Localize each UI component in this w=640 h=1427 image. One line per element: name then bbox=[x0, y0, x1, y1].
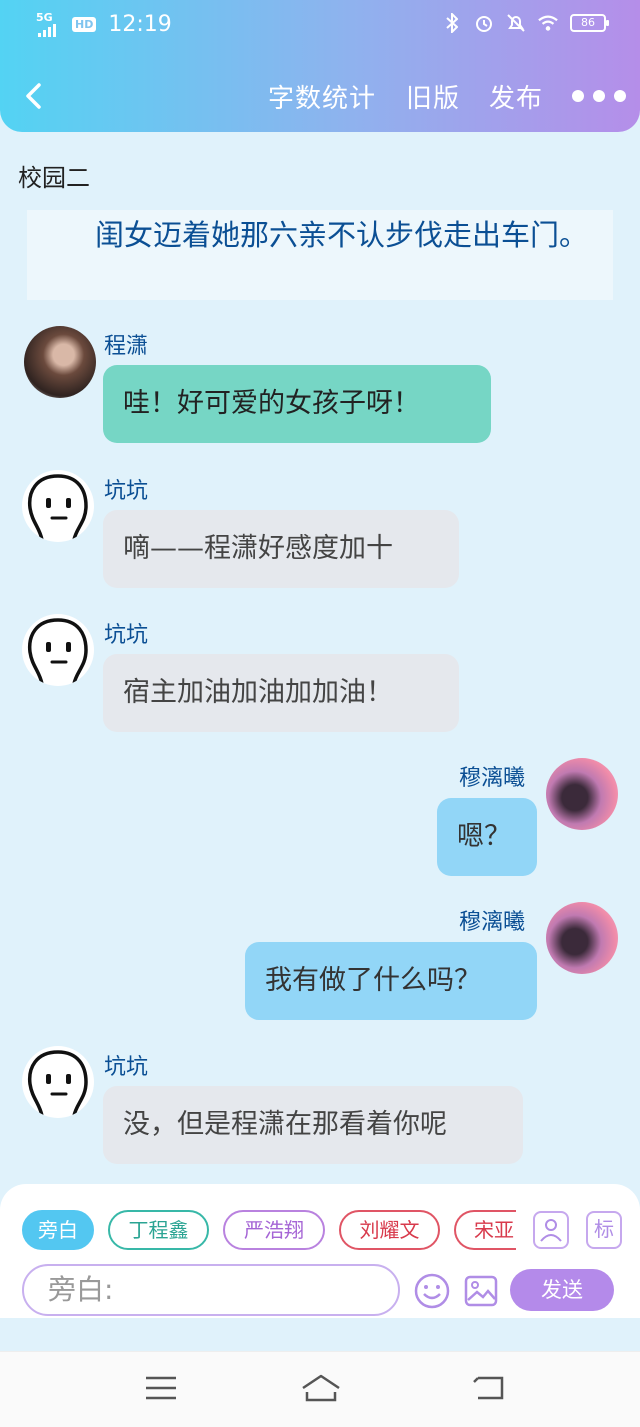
send-button[interactable]: 发送 bbox=[510, 1269, 614, 1311]
sender-name: 穆漓曦 bbox=[459, 910, 526, 935]
alarm-icon bbox=[474, 12, 494, 34]
menu-icon[interactable] bbox=[144, 1372, 178, 1404]
doodle-face-icon bbox=[27, 474, 88, 542]
role-chip[interactable]: 丁程鑫 bbox=[108, 1210, 209, 1250]
app-header: 5G HD 12:19 86 字数统计 旧版 发布 bbox=[0, 0, 640, 132]
sender-name: 程潇 bbox=[104, 334, 149, 359]
message-bubble[interactable]: 没，但是程潇在那看着你呢 bbox=[103, 1086, 523, 1164]
publish-button[interactable]: 发布 bbox=[489, 78, 543, 115]
status-left: 5G HD 12:19 bbox=[36, 10, 172, 38]
sender-name: 坑坑 bbox=[104, 623, 149, 648]
message-bubble[interactable]: 哇！好可爱的女孩子呀！ bbox=[103, 365, 491, 443]
sender-name: 坑坑 bbox=[104, 479, 149, 504]
status-right: 86 bbox=[442, 12, 609, 34]
role-chip[interactable]: 严浩翔 bbox=[223, 1210, 325, 1250]
doodle-face-icon bbox=[27, 618, 88, 686]
emoji-icon[interactable] bbox=[413, 1272, 451, 1310]
narration-block[interactable]: 闺女迈着她那六亲不认步伐走出车门。 bbox=[27, 210, 613, 300]
avatar[interactable] bbox=[22, 470, 94, 542]
role-chip[interactable]: 宋亚 bbox=[454, 1210, 516, 1250]
status-bar: 5G HD 12:19 86 bbox=[0, 0, 640, 50]
person-card-icon[interactable] bbox=[533, 1211, 569, 1249]
hd-badge: HD bbox=[72, 17, 97, 32]
wifi-icon bbox=[538, 12, 558, 34]
signal-icon: 5G bbox=[36, 10, 64, 37]
back-icon[interactable] bbox=[472, 1372, 506, 1404]
message-bubble[interactable]: 我有做了什么吗？ bbox=[245, 942, 537, 1020]
avatar[interactable] bbox=[22, 614, 94, 686]
word-count-button[interactable]: 字数统计 bbox=[268, 78, 376, 115]
clock: 12:19 bbox=[108, 12, 172, 37]
role-chip-narrator[interactable]: 旁白 bbox=[22, 1210, 94, 1250]
old-version-button[interactable]: 旧版 bbox=[406, 78, 460, 115]
message-bubble[interactable]: 嘀——程潇好感度加十 bbox=[103, 510, 459, 588]
doodle-face-icon bbox=[27, 1050, 88, 1118]
sender-name: 穆漓曦 bbox=[459, 766, 526, 791]
more-dots-icon[interactable] bbox=[572, 90, 626, 102]
message-input[interactable]: 旁白: bbox=[22, 1264, 400, 1316]
battery-indicator: 86 bbox=[570, 14, 609, 32]
mark-button[interactable]: 标 bbox=[586, 1211, 622, 1249]
chevron-left-icon[interactable] bbox=[22, 82, 46, 110]
message-bubble[interactable]: 宿主加油加油加加油！ bbox=[103, 654, 459, 732]
chapter-title: 校园二 bbox=[18, 164, 90, 192]
avatar[interactable] bbox=[24, 326, 96, 398]
bluetooth-icon bbox=[442, 12, 462, 34]
avatar[interactable] bbox=[22, 1046, 94, 1118]
message-bubble[interactable]: 嗯？ bbox=[437, 798, 537, 876]
avatar[interactable] bbox=[546, 758, 618, 830]
network-label: 5G bbox=[36, 10, 53, 24]
sender-name: 坑坑 bbox=[104, 1055, 149, 1080]
image-icon[interactable] bbox=[462, 1272, 500, 1310]
role-chip[interactable]: 刘耀文 bbox=[339, 1210, 440, 1250]
avatar[interactable] bbox=[546, 902, 618, 974]
mute-bell-icon bbox=[506, 12, 526, 34]
home-icon[interactable] bbox=[301, 1372, 341, 1404]
